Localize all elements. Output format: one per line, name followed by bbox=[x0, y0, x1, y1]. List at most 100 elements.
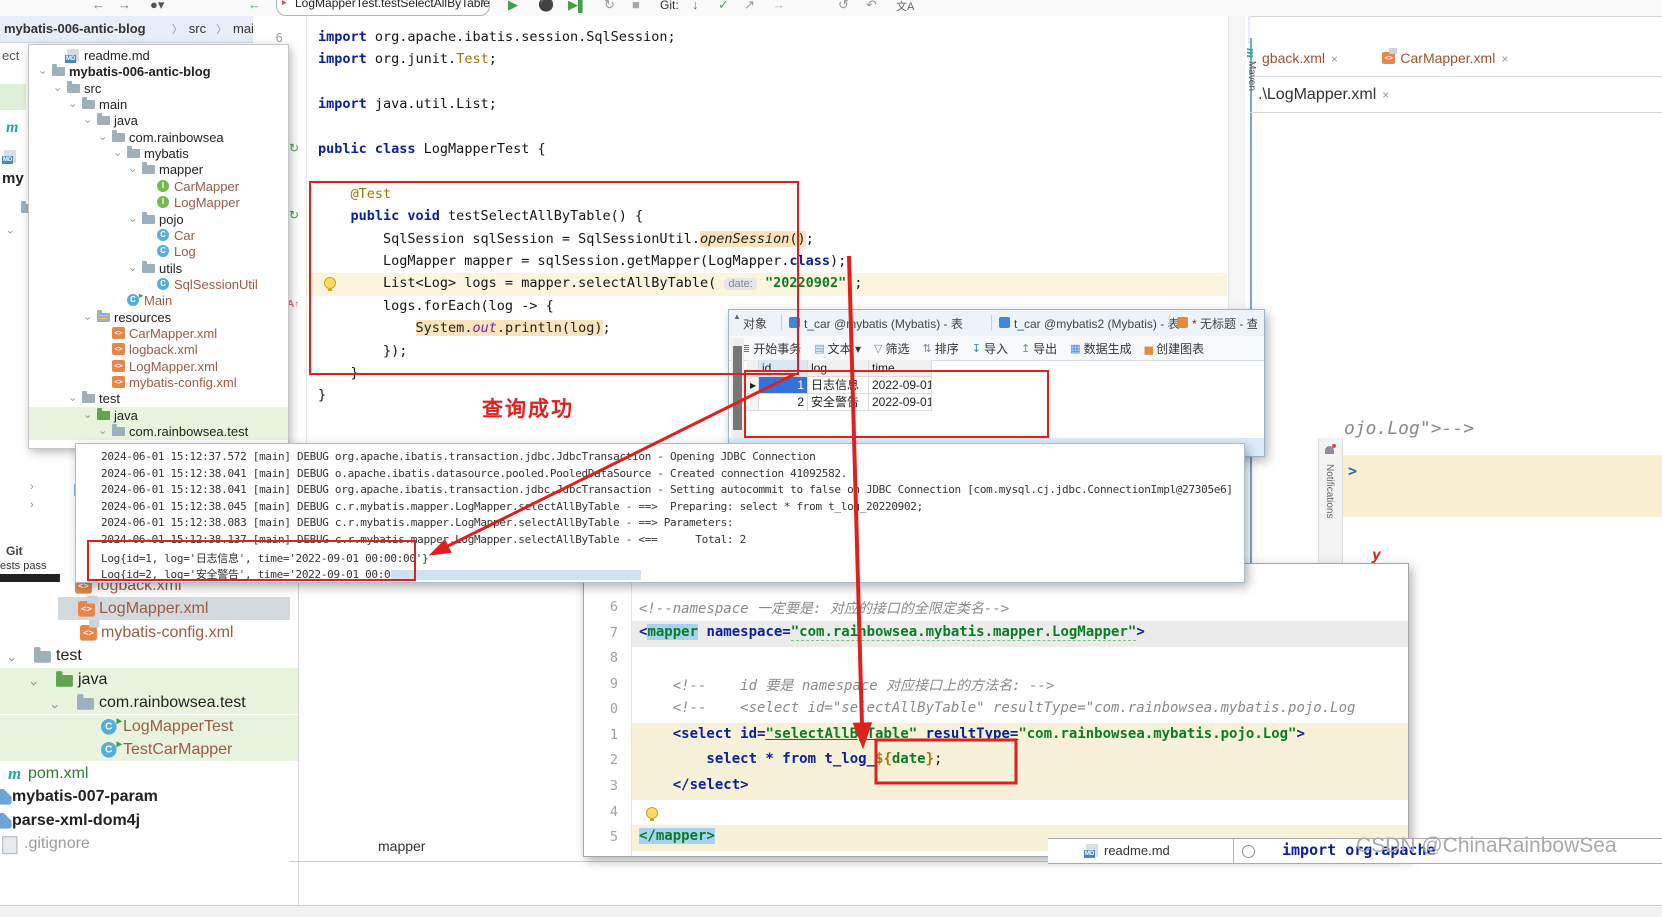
run-gutter-icon[interactable]: ↻ bbox=[289, 141, 299, 155]
close-icon[interactable]: × bbox=[1501, 52, 1508, 66]
db-tab-3[interactable]: * 无标题 - 查询 bbox=[1177, 315, 1257, 332]
code-line-6[interactable]: import org.apache.ibatis.session.SqlSess… bbox=[318, 29, 676, 45]
run-gutter-icon[interactable]: ↻ bbox=[289, 208, 299, 222]
history-icon[interactable]: ↺ bbox=[838, 0, 849, 13]
xml-line-15[interactable]: </mapper> bbox=[639, 828, 715, 845]
code-line-19[interactable]: System.out.println(log); bbox=[318, 320, 611, 337]
db-toolbar-[interactable]: ▽ 筛选 bbox=[874, 340, 909, 357]
breadcrumb-item-mybatis-006-antic-blog[interactable]: mybatis-006-antic-blog bbox=[4, 21, 146, 36]
tree-item-readme-md[interactable]: readme.md bbox=[29, 47, 288, 64]
xml-line-9[interactable]: <!-- id 要是 namespace 对应接口上的方法名: --> bbox=[639, 675, 1055, 695]
user-icon[interactable]: ●▾ bbox=[150, 0, 164, 13]
forward-icon[interactable]: → bbox=[118, 0, 131, 12]
editor-tab-logmapper-xml-path[interactable]: .\LogMapper.xml × bbox=[1258, 86, 1389, 104]
code-line-9[interactable]: import java.util.List; bbox=[318, 96, 497, 112]
tree-item-logmapper-xml[interactable]: <> LogMapper.xml bbox=[29, 355, 288, 375]
xml-line-13[interactable]: </select> bbox=[639, 777, 749, 793]
translate-icon[interactable]: 文A bbox=[896, 0, 914, 14]
tree-item-mybatis[interactable]: › mybatis bbox=[29, 145, 288, 162]
tree-item-java[interactable]: › java bbox=[0, 668, 298, 691]
rerun-icon[interactable]: ↻ bbox=[604, 0, 615, 13]
db-cell[interactable]: 2022-09-01 bbox=[869, 394, 932, 411]
db-toolbar-[interactable]: ↧ 导入 bbox=[972, 340, 1008, 357]
tree-item-utils[interactable]: › utils bbox=[29, 260, 288, 277]
tree-item-testcarmapper[interactable]: C ▸ TestCarMapper bbox=[0, 738, 298, 761]
readme-label[interactable]: readme.md bbox=[1104, 843, 1170, 858]
tree-item-logback-xml[interactable]: <> logback.xml bbox=[29, 339, 288, 358]
chevron-down-icon[interactable]: › bbox=[33, 71, 50, 75]
code-line-18[interactable]: logs.forEach(log -> { bbox=[318, 298, 554, 314]
debug-icon[interactable]: ⚫ bbox=[538, 0, 554, 13]
chevron-down-icon[interactable]: › bbox=[93, 136, 110, 140]
code-line-11[interactable]: public class LogMapperTest { bbox=[318, 141, 546, 157]
undo-icon[interactable]: ↶ bbox=[866, 0, 877, 13]
git-commit-icon[interactable]: ✓ bbox=[718, 0, 729, 13]
chevron-down-icon[interactable]: › bbox=[123, 267, 140, 271]
tree-item-test[interactable]: › test bbox=[29, 390, 288, 407]
tree-item-main[interactable]: C ▸ Main bbox=[29, 291, 288, 309]
chevron-down-icon[interactable]: › bbox=[48, 87, 65, 91]
close-icon[interactable]: × bbox=[1331, 52, 1338, 66]
chevron-down-icon[interactable]: › bbox=[123, 169, 140, 173]
breadcrumb-item-src[interactable]: src bbox=[189, 21, 206, 36]
git-push-icon[interactable]: ↗ bbox=[744, 0, 755, 13]
tree-item-logmapper-xml[interactable]: <> LogMapper.xml bbox=[0, 596, 298, 620]
chevron-down-icon[interactable]: › bbox=[1, 658, 24, 663]
db-cell[interactable]: 日志信息 bbox=[808, 377, 869, 394]
tree-item-sqlsessionutil[interactable]: C SqlSessionUtil bbox=[29, 276, 288, 293]
db-tab-2[interactable]: t_car @mybatis2 (Mybatis) - 表 bbox=[999, 315, 1180, 332]
chevron-down-icon[interactable]: › bbox=[123, 218, 140, 222]
tree-item-logmappertest[interactable]: C ▸ LogMapperTest bbox=[0, 715, 298, 738]
run-configuration-select[interactable]: ▸ LogMapperTest.testSelectAllByTable ▾ bbox=[276, 0, 490, 16]
db-toolbar-[interactable]: ▤ 文本 ▾ bbox=[814, 340, 861, 357]
db-header-id[interactable]: id bbox=[759, 360, 808, 377]
xml-line-12[interactable]: select * from t_log_${date}; bbox=[639, 751, 942, 767]
git-arrow-icon[interactable]: → bbox=[772, 0, 785, 12]
db-toolbar-[interactable]: ≣ 开始事务 bbox=[741, 340, 801, 357]
tree-item-test[interactable]: › test bbox=[0, 644, 298, 667]
tree-item-gitignore[interactable]: .gitignore bbox=[0, 832, 298, 855]
console-scrollbar[interactable] bbox=[391, 570, 641, 580]
back-icon[interactable]: ← bbox=[92, 0, 105, 12]
db-tab-0[interactable]: 对象 bbox=[743, 315, 767, 332]
db-toolbar-[interactable]: ▦ 数据生成 bbox=[1070, 340, 1131, 357]
code-line-20[interactable]: }); bbox=[318, 343, 407, 359]
tree-item-resources[interactable]: › resources bbox=[29, 309, 288, 326]
chevron-down-icon[interactable]: › bbox=[78, 414, 95, 418]
tree-item-carmapper[interactable]: I CarMapper bbox=[29, 178, 288, 195]
db-toolbar-[interactable]: ↥ 导出 bbox=[1021, 340, 1057, 357]
chevron-down-icon[interactable]: › bbox=[63, 398, 80, 402]
db-cell[interactable]: 2 bbox=[759, 394, 808, 411]
db-cell-selected[interactable]: 1 bbox=[759, 377, 808, 394]
close-icon[interactable]: × bbox=[1382, 88, 1389, 102]
code-line-7[interactable]: import org.junit.Test; bbox=[318, 51, 497, 67]
tree-item-pom-xml[interactable]: m pom.xml bbox=[0, 762, 298, 785]
stop-icon[interactable]: ■ bbox=[632, 0, 640, 12]
tree-item-mybatis-006-antic-blog[interactable]: › mybatis-006-antic-blog bbox=[29, 63, 288, 80]
coverage-icon[interactable]: ▶▌ bbox=[568, 0, 587, 13]
chevron-down-icon[interactable]: › bbox=[44, 704, 67, 709]
xml-line-6[interactable]: <!--namespace 一定要是: 对应的接口的全限定类名--> bbox=[639, 598, 1009, 618]
run-icon[interactable]: ▶ bbox=[508, 0, 518, 13]
db-toolbar-[interactable]: ⇅ 排序 bbox=[922, 340, 958, 357]
tree-item-mybatis-config-xml[interactable]: <> mybatis-config.xml bbox=[0, 619, 298, 644]
tree-item-logmapper[interactable]: I LogMapper bbox=[29, 194, 288, 211]
maven-tool-button[interactable]: m Maven bbox=[1243, 48, 1259, 118]
tree-item-pojo[interactable]: › pojo bbox=[29, 211, 288, 228]
chevron-down-icon[interactable]: › bbox=[108, 153, 125, 157]
tree-item-java[interactable]: › java bbox=[29, 407, 288, 424]
tree-item-main[interactable]: › main bbox=[29, 96, 288, 113]
editor-tab-gback-xml[interactable]: gback.xml × bbox=[1262, 50, 1338, 66]
chevron-down-icon[interactable]: › bbox=[63, 104, 80, 108]
code-line-17[interactable]: List<Log> logs = mapper.selectAllByTable… bbox=[318, 275, 863, 291]
tree-item-mybatis-007-param[interactable]: mybatis-007-param bbox=[0, 785, 298, 808]
tree-item-parse-xml-dom4j[interactable]: parse-xml-dom4j bbox=[0, 809, 298, 832]
code-line-21[interactable]: } bbox=[318, 365, 359, 381]
tree-item-car[interactable]: C Car bbox=[29, 227, 288, 244]
tree-item-com-rainbowsea-test[interactable]: › com.rainbowsea.test bbox=[0, 691, 298, 714]
db-cell[interactable]: 2022-09-01 bbox=[869, 377, 932, 394]
xml-line-11[interactable]: <select id="selectAllByTable" resultType… bbox=[639, 726, 1305, 742]
editor-tab-carmapper-xml[interactable]: <> CarMapper.xml × bbox=[1382, 48, 1508, 66]
chevron-down-icon[interactable]: › bbox=[93, 431, 110, 435]
tree-item-mapper[interactable]: › mapper bbox=[29, 161, 288, 178]
